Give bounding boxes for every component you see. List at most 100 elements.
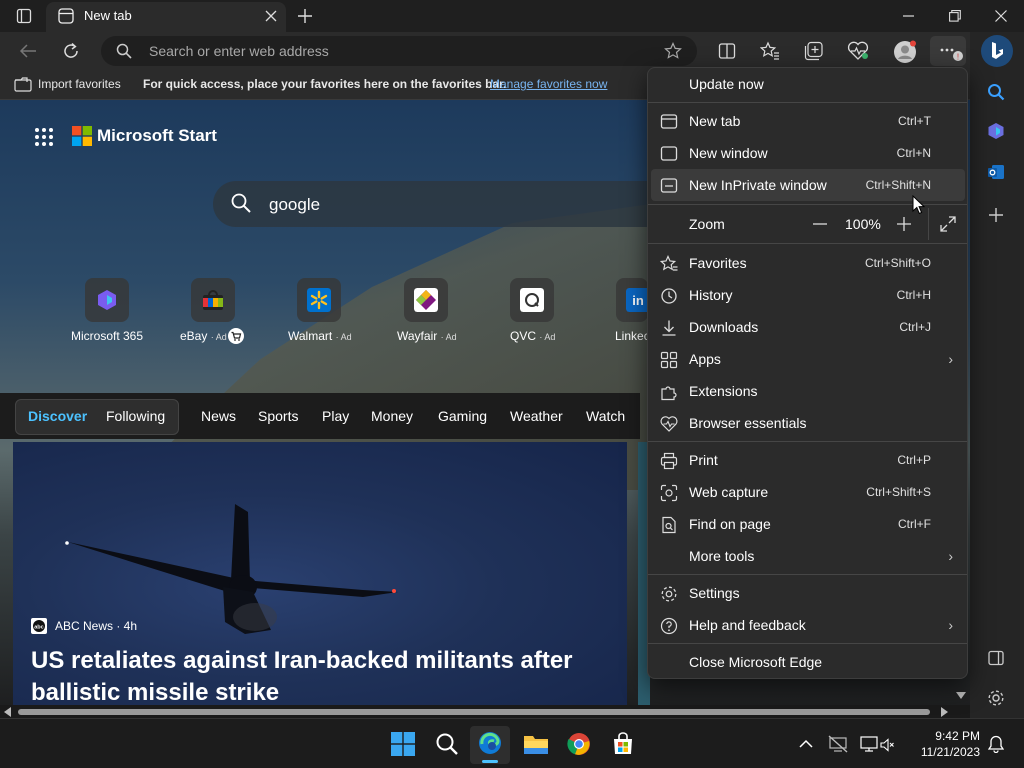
scroll-left-arrow-icon[interactable] xyxy=(4,707,12,717)
restore-icon[interactable] xyxy=(949,10,961,22)
menu-extensions[interactable]: Extensions xyxy=(648,375,967,407)
windows-start-icon[interactable] xyxy=(391,732,415,756)
copilot-icon[interactable] xyxy=(981,35,1013,67)
clock-time[interactable]: 9:42 PM xyxy=(920,729,980,743)
menu-new-window[interactable]: New window Ctrl+N xyxy=(648,137,967,169)
tile-label[interactable]: Microsoft 365 xyxy=(71,329,143,343)
menu-divider xyxy=(648,102,967,103)
tile-label[interactable]: Linkec xyxy=(615,329,650,343)
horizontal-scroll-thumb[interactable] xyxy=(18,709,930,715)
tile-linkedin[interactable]: in xyxy=(616,278,650,322)
outlook-icon[interactable] xyxy=(987,163,1005,181)
collections-icon[interactable] xyxy=(804,41,824,61)
menu-divider xyxy=(648,574,967,575)
menu-divider xyxy=(648,243,967,244)
zoom-in-icon[interactable] xyxy=(897,217,911,231)
menu-history[interactable]: History Ctrl+H xyxy=(648,279,967,311)
tile-label[interactable]: Wayfair · Ad xyxy=(397,329,457,343)
scroll-down-arrow-icon[interactable] xyxy=(956,692,966,700)
favorites-icon[interactable] xyxy=(760,41,780,61)
menu-web-capture[interactable]: Web capture Ctrl+Shift+S xyxy=(648,476,967,508)
microsoft-store-icon[interactable] xyxy=(611,732,635,756)
menu-update-now[interactable]: Update now xyxy=(648,68,967,100)
mouse-cursor-icon xyxy=(912,195,926,215)
address-placeholder[interactable]: Search or enter web address xyxy=(149,43,329,59)
menu-shortcut: Ctrl+Shift+S xyxy=(866,485,931,499)
active-app-indicator xyxy=(482,760,498,763)
hide-sidebar-icon[interactable] xyxy=(988,650,1004,666)
menu-help-feedback[interactable]: Help and feedback › xyxy=(648,609,967,641)
sidebar-search-icon[interactable] xyxy=(987,83,1005,101)
sidebar-add-icon[interactable] xyxy=(989,208,1003,222)
menu-favorites[interactable]: Favorites Ctrl+Shift+O xyxy=(648,247,967,279)
chrome-icon[interactable] xyxy=(567,732,591,756)
menu-new-tab[interactable]: New tab Ctrl+T xyxy=(648,105,967,137)
menu-label: Find on page xyxy=(689,516,771,532)
refresh-icon[interactable] xyxy=(62,42,80,60)
app-launcher-icon[interactable] xyxy=(34,127,54,147)
close-tab-icon[interactable] xyxy=(265,10,277,22)
tile-microsoft-365[interactable] xyxy=(85,278,129,322)
menu-shortcut: Ctrl+H xyxy=(896,288,931,302)
nav-weather[interactable]: Weather xyxy=(510,408,563,424)
microsoft-365-icon[interactable] xyxy=(987,122,1005,140)
menu-find-on-page[interactable]: Find on page Ctrl+F xyxy=(648,508,967,540)
zoom-value: 100% xyxy=(845,216,881,232)
tab-discover[interactable]: Discover xyxy=(28,408,87,424)
menu-more-tools[interactable]: More tools › xyxy=(648,540,967,572)
menu-settings[interactable]: Settings xyxy=(648,577,967,609)
tab-actions-icon[interactable] xyxy=(16,8,32,24)
browser-essentials-icon[interactable] xyxy=(847,41,869,61)
close-window-icon[interactable] xyxy=(995,10,1007,22)
sidebar-settings-icon[interactable] xyxy=(987,689,1005,707)
tile-qvc[interactable] xyxy=(510,278,554,322)
network-disconnected-icon[interactable] xyxy=(828,735,848,753)
menu-print[interactable]: Print Ctrl+P xyxy=(648,444,967,476)
profile-icon[interactable] xyxy=(893,40,917,64)
display-icon[interactable] xyxy=(860,735,878,753)
fullscreen-icon[interactable] xyxy=(940,216,956,232)
nav-watch[interactable]: Watch xyxy=(586,408,625,424)
menu-browser-essentials[interactable]: Browser essentials xyxy=(648,407,967,439)
article-headline[interactable]: US retaliates against Iran-backed milita… xyxy=(31,645,611,709)
zoom-divider xyxy=(928,208,929,240)
taskbar-search-icon[interactable] xyxy=(435,732,459,756)
nav-money[interactable]: Money xyxy=(371,408,413,424)
notification-bell-icon[interactable] xyxy=(988,735,1004,753)
split-screen-icon[interactable] xyxy=(718,42,736,60)
menu-apps[interactable]: Apps › xyxy=(648,343,967,375)
brand-title[interactable]: Microsoft Start xyxy=(97,126,217,146)
tile-label[interactable]: Walmart · Ad xyxy=(288,329,352,343)
tile-label[interactable]: eBay · Ad xyxy=(180,329,227,343)
tray-chevron-up-icon[interactable] xyxy=(799,739,813,749)
nav-gaming[interactable]: Gaming xyxy=(438,408,487,424)
clock-date[interactable]: 11/21/2023 xyxy=(892,745,980,759)
tile-walmart[interactable] xyxy=(297,278,341,322)
nav-sports[interactable]: Sports xyxy=(258,408,298,424)
menu-close-edge[interactable]: Close Microsoft Edge xyxy=(648,646,967,678)
menu-downloads[interactable]: Downloads Ctrl+J xyxy=(648,311,967,343)
new-tab-plus-icon[interactable] xyxy=(297,8,313,24)
tile-ebay[interactable] xyxy=(191,278,235,322)
microsoft-logo-icon xyxy=(72,126,92,146)
back-icon[interactable] xyxy=(19,43,37,59)
file-explorer-icon[interactable] xyxy=(523,732,549,756)
favorite-star-icon[interactable] xyxy=(664,42,682,60)
nav-play[interactable]: Play xyxy=(322,408,349,424)
minimize-icon[interactable] xyxy=(903,15,915,17)
tab-following[interactable]: Following xyxy=(106,408,165,424)
browser-tab[interactable] xyxy=(46,2,286,32)
manage-favorites-link[interactable]: Manage favorites now xyxy=(490,77,607,91)
tile-label[interactable]: QVC · Ad xyxy=(510,329,555,343)
zoom-out-icon[interactable] xyxy=(813,223,827,225)
scroll-right-arrow-icon[interactable] xyxy=(940,707,948,717)
nav-news[interactable]: News xyxy=(201,408,236,424)
import-favorites-icon[interactable] xyxy=(14,76,32,92)
chevron-right-icon: › xyxy=(948,617,953,633)
tile-wayfair[interactable] xyxy=(404,278,448,322)
import-favorites-link[interactable]: Import favorites xyxy=(38,77,121,91)
menu-shortcut: Ctrl+P xyxy=(897,453,931,467)
more-menu-button[interactable]: ! xyxy=(930,36,966,66)
new-tab-icon xyxy=(660,114,678,129)
page-search-query[interactable]: google xyxy=(269,195,320,215)
